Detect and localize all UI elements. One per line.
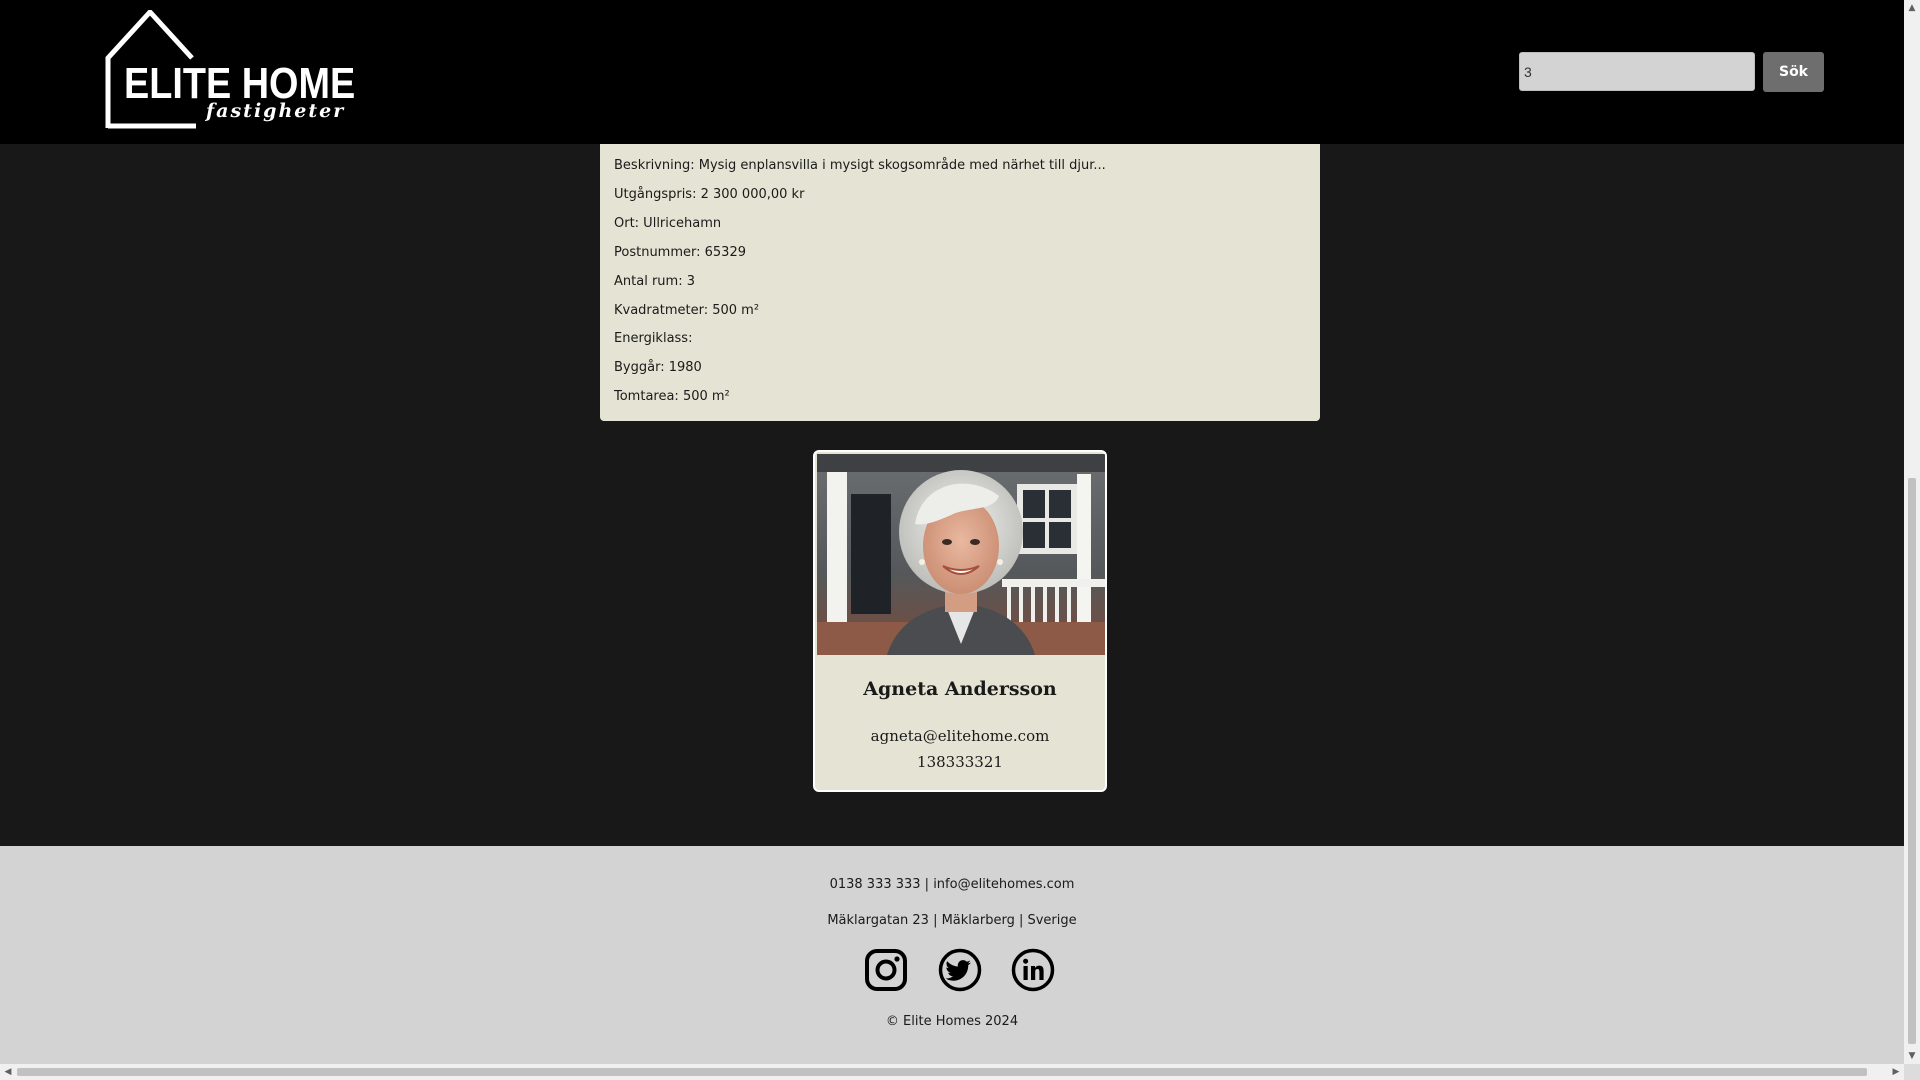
agent-phone[interactable]: 138333321 — [815, 753, 1105, 771]
scrollbar-corner — [1904, 1064, 1920, 1080]
property-details-panel: Beskrivning: Mysig enplansvilla i mysigt… — [600, 110, 1320, 421]
agent-card: Agneta Andersson agneta@elitehome.com 13… — [813, 450, 1107, 792]
footer-contact: 0138 333 333 | info@elitehomes.com — [829, 877, 1075, 892]
logo[interactable]: ELITE HOME fastigheter — [104, 10, 355, 130]
site-header: ELITE HOME fastigheter Sök — [0, 0, 1904, 144]
search-button[interactable]: Sök — [1763, 52, 1824, 92]
agent-photo — [817, 454, 1105, 655]
horizontal-scroll-thumb[interactable] — [17, 1068, 1867, 1076]
agent-name: Agneta Andersson — [863, 678, 1057, 700]
search-input[interactable] — [1519, 52, 1755, 91]
detail-postal-code: Postnummer: 65329 — [614, 245, 746, 260]
vertical-scrollbar[interactable]: ▲ ▼ — [1904, 0, 1920, 1064]
twitter-icon[interactable] — [938, 948, 982, 992]
site-footer: 0138 333 333 | info@elitehomes.com Mäkla… — [0, 846, 1904, 1064]
footer-copyright: © Elite Homes 2024 — [885, 1014, 1019, 1029]
scroll-left-arrow-icon[interactable]: ◀ — [0, 1064, 16, 1080]
detail-plot-area: Tomtarea: 500 m² — [614, 389, 730, 404]
page-viewport: ELITE HOME fastigheter Sök Beskrivning: … — [0, 0, 1904, 1064]
detail-city: Ort: Ullricehamn — [614, 216, 722, 231]
detail-area: Kvadratmeter: 500 m² — [614, 303, 760, 318]
scroll-up-arrow-icon[interactable]: ▲ — [1904, 0, 1920, 16]
logo-subtitle: fastigheter — [206, 100, 346, 122]
vertical-scroll-thumb[interactable] — [1908, 478, 1916, 1044]
scroll-right-arrow-icon[interactable]: ▶ — [1888, 1064, 1904, 1080]
detail-description: Beskrivning: Mysig enplansvilla i mysigt… — [614, 158, 1106, 173]
instagram-icon[interactable] — [864, 948, 908, 992]
scroll-down-arrow-icon[interactable]: ▼ — [1904, 1048, 1920, 1064]
detail-energy-class: Energiklass: — [614, 331, 693, 346]
detail-rooms: Antal rum: 3 — [614, 274, 695, 289]
linkedin-icon[interactable] — [1011, 948, 1055, 992]
detail-price: Utgångspris: 2 300 000,00 kr — [614, 187, 805, 202]
agent-email-link[interactable]: agneta@elitehome.com — [815, 727, 1105, 745]
footer-address: Mäklargatan 23 | Mäklarberg | Sverige — [827, 913, 1077, 928]
horizontal-scrollbar[interactable]: ◀ ▶ — [0, 1064, 1904, 1080]
detail-build-year: Byggår: 1980 — [614, 360, 702, 375]
